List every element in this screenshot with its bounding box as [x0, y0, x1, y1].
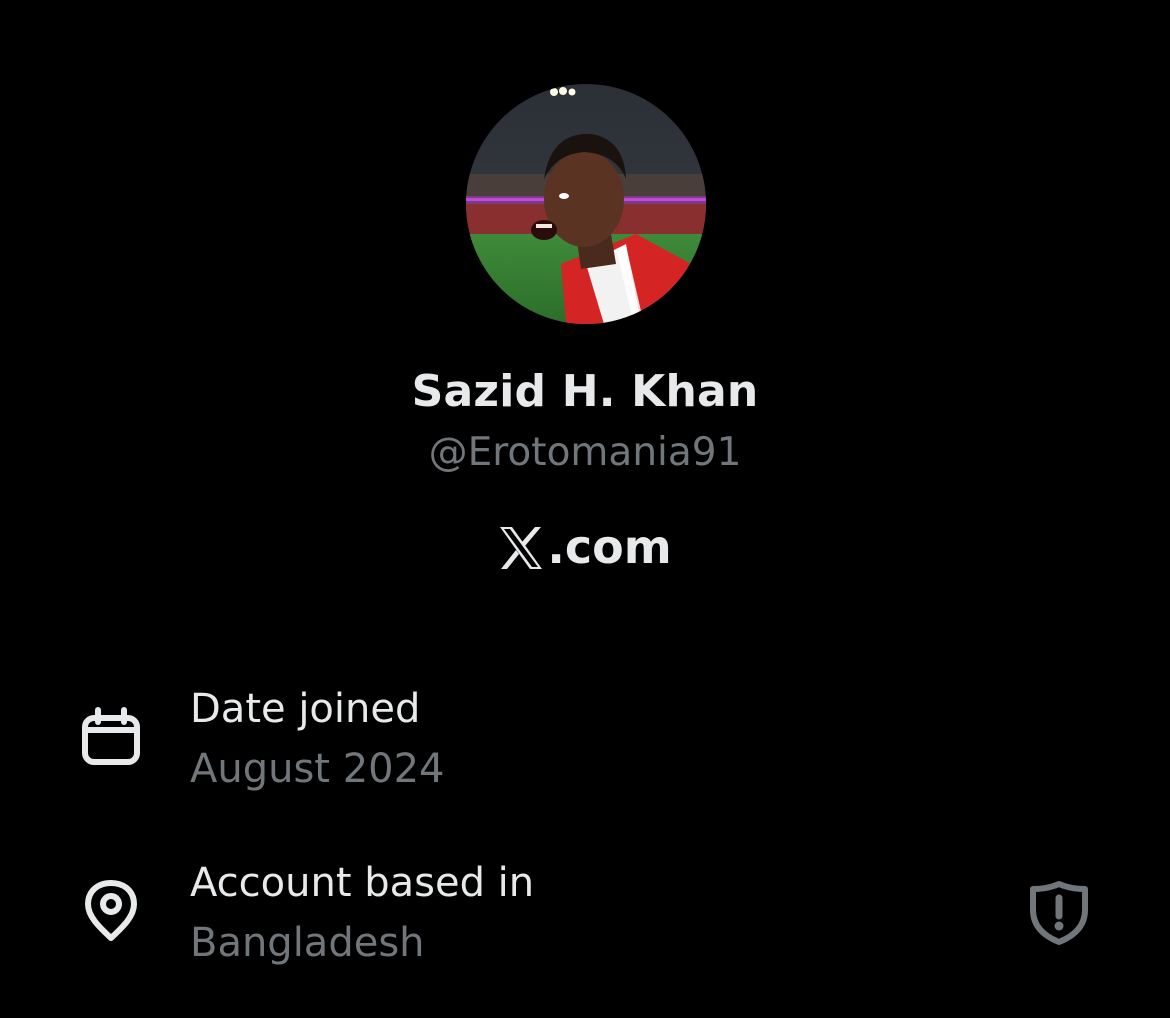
date-joined-label: Date joined — [190, 686, 421, 732]
avatar-image — [466, 84, 706, 324]
username-handle[interactable]: @Erotomania91 — [0, 430, 1170, 475]
date-joined-row: Date joined August 2024 — [0, 682, 1170, 792]
location-pin-icon — [85, 880, 137, 941]
x-logo-icon — [500, 527, 543, 569]
shield-alert-icon[interactable] — [1026, 880, 1092, 946]
profile-avatar[interactable] — [466, 84, 706, 324]
display-name: Sazid H. Khan — [411, 366, 759, 417]
account-based-in-row: Account based in Bangladesh — [0, 856, 1170, 966]
account-based-in-value: Bangladesh — [190, 920, 425, 966]
calendar-icon — [82, 707, 140, 765]
account-based-in-label: Account based in — [190, 860, 535, 906]
brand-domain-text: .com — [547, 520, 672, 574]
date-joined-value: August 2024 — [190, 746, 445, 792]
brand-link[interactable]: .com — [0, 520, 1170, 574]
